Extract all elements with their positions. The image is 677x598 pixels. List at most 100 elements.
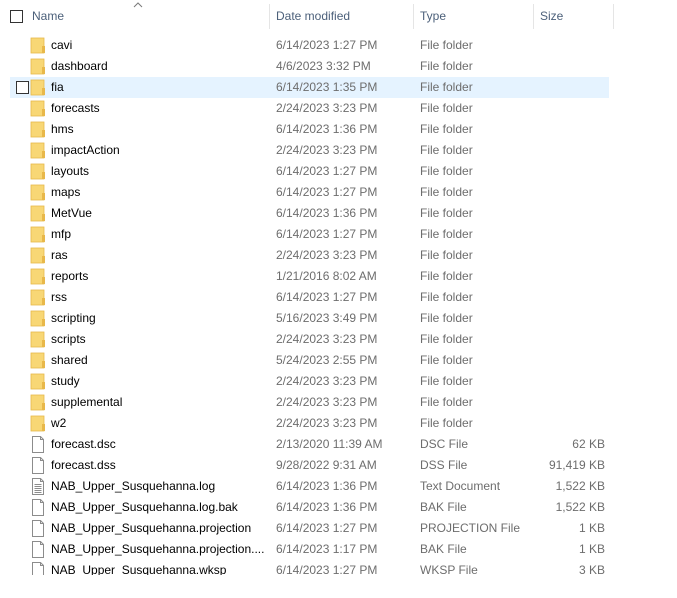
file-list-item[interactable]: rss 6/14/2023 1:27 PM File folder: [10, 287, 609, 308]
file-list-item[interactable]: dashboard 4/6/2023 3:32 PM File folder: [10, 56, 609, 77]
column-header-type[interactable]: Type: [414, 4, 533, 29]
file-icon: [30, 562, 46, 575]
folder-icon: [30, 247, 46, 264]
file-type: File folder: [420, 332, 473, 346]
file-type: DSC File: [420, 437, 469, 451]
file-name: layouts: [51, 164, 90, 178]
file-type: Text Document: [420, 479, 501, 493]
file-date-modified: 6/14/2023 1:36 PM: [276, 206, 378, 220]
text-document-icon: [30, 478, 46, 495]
file-size: [534, 287, 605, 308]
file-list-item[interactable]: MetVue 6/14/2023 1:36 PM File folder: [10, 203, 609, 224]
file-list-item[interactable]: fia 6/14/2023 1:35 PM File folder: [10, 77, 609, 98]
file-list-item[interactable]: mfp 6/14/2023 1:27 PM File folder: [10, 224, 609, 245]
file-list-item[interactable]: supplemental 2/24/2023 3:23 PM File fold…: [10, 392, 609, 413]
file-name: impactAction: [51, 143, 120, 157]
file-size: [534, 35, 605, 56]
file-name: reports: [51, 269, 89, 283]
file-list-item[interactable]: cavi 6/14/2023 1:27 PM File folder: [10, 35, 609, 56]
file-list-item[interactable]: NAB_Upper_Susquehanna.projection.... 6/1…: [10, 539, 609, 560]
file-type: File folder: [420, 80, 473, 94]
file-name: hms: [51, 122, 74, 136]
folder-icon: [30, 310, 46, 327]
file-list-item[interactable]: reports 1/21/2016 8:02 AM File folder: [10, 266, 609, 287]
file-list-item[interactable]: forecasts 2/24/2023 3:23 PM File folder: [10, 98, 609, 119]
file-type: BAK File: [420, 500, 467, 514]
file-type: File folder: [420, 206, 473, 220]
file-size: [534, 329, 605, 350]
file-size: 1,522 KB: [555, 479, 605, 493]
column-header-name[interactable]: Name: [26, 4, 269, 29]
file-name: rss: [51, 290, 67, 304]
file-type: File folder: [420, 353, 473, 367]
file-icon: [30, 499, 46, 516]
file-size: [534, 98, 605, 119]
folder-icon: [30, 226, 46, 243]
file-name: fia: [51, 80, 64, 94]
file-date-modified: 6/14/2023 1:27 PM: [276, 563, 378, 575]
file-name: mfp: [51, 227, 72, 241]
file-date-modified: 2/13/2020 11:39 AM: [276, 437, 383, 451]
select-all-checkbox[interactable]: [10, 10, 23, 23]
file-date-modified: 5/16/2023 3:49 PM: [276, 311, 378, 325]
file-type: File folder: [420, 143, 473, 157]
file-size: 62 KB: [572, 437, 605, 451]
file-date-modified: 6/14/2023 1:27 PM: [276, 290, 378, 304]
file-list-item[interactable]: layouts 6/14/2023 1:27 PM File folder: [10, 161, 609, 182]
folder-icon: [30, 184, 46, 201]
folder-icon: [30, 415, 46, 432]
file-date-modified: 6/14/2023 1:27 PM: [276, 38, 378, 52]
file-size: [534, 308, 605, 329]
file-list-item[interactable]: maps 6/14/2023 1:27 PM File folder: [10, 182, 609, 203]
file-date-modified: 4/6/2023 3:32 PM: [276, 59, 371, 73]
file-type: File folder: [420, 416, 473, 430]
column-header-size[interactable]: Size: [534, 4, 613, 29]
file-type: File folder: [420, 374, 473, 388]
file-date-modified: 1/21/2016 8:02 AM: [276, 269, 377, 283]
file-list-item[interactable]: hms 6/14/2023 1:36 PM File folder: [10, 119, 609, 140]
file-list-item[interactable]: NAB_Upper_Susquehanna.wksp 6/14/2023 1:2…: [10, 560, 609, 575]
folder-icon: [30, 205, 46, 222]
file-list-item[interactable]: ras 2/24/2023 3:23 PM File folder: [10, 245, 609, 266]
file-name: forecast.dsc: [51, 437, 116, 451]
file-list-item[interactable]: study 2/24/2023 3:23 PM File folder: [10, 371, 609, 392]
file-name: shared: [51, 353, 88, 367]
file-list-item[interactable]: w2 2/24/2023 3:23 PM File folder: [10, 413, 609, 434]
file-list-item[interactable]: shared 5/24/2023 2:55 PM File folder: [10, 350, 609, 371]
folder-icon: [30, 121, 46, 138]
file-list-item[interactable]: scripts 2/24/2023 3:23 PM File folder: [10, 329, 609, 350]
file-list-item[interactable]: NAB_Upper_Susquehanna.log 6/14/2023 1:36…: [10, 476, 609, 497]
file-list-item[interactable]: forecast.dss 9/28/2022 9:31 AM DSS File …: [10, 455, 609, 476]
file-name: ras: [51, 248, 68, 262]
file-name: NAB_Upper_Susquehanna.projection: [51, 521, 252, 535]
row-checkbox[interactable]: [16, 81, 29, 94]
file-size: [534, 140, 605, 161]
file-type: WKSP File: [420, 563, 478, 575]
file-list-item[interactable]: NAB_Upper_Susquehanna.log.bak 6/14/2023 …: [10, 497, 609, 518]
file-list-item[interactable]: forecast.dsc 2/13/2020 11:39 AM DSC File…: [10, 434, 609, 455]
file-size: [534, 392, 605, 413]
file-size: 1 KB: [578, 521, 605, 535]
file-name: w2: [51, 416, 67, 430]
file-list-item[interactable]: impactAction 2/24/2023 3:23 PM File fold…: [10, 140, 609, 161]
file-date-modified: 6/14/2023 1:27 PM: [276, 185, 378, 199]
file-list-item[interactable]: NAB_Upper_Susquehanna.projection 6/14/20…: [10, 518, 609, 539]
file-type: File folder: [420, 164, 473, 178]
file-list: cavi 6/14/2023 1:27 PM File folder dashb…: [0, 35, 677, 575]
folder-icon: [30, 352, 46, 369]
file-name: scripts: [51, 332, 86, 346]
file-list-item[interactable]: scripting 5/16/2023 3:49 PM File folder: [10, 308, 609, 329]
file-type: File folder: [420, 185, 473, 199]
file-type: File folder: [420, 269, 473, 283]
folder-icon: [30, 268, 46, 285]
file-date-modified: 6/14/2023 1:36 PM: [276, 500, 378, 514]
folder-icon: [30, 142, 46, 159]
file-date-modified: 9/28/2022 9:31 AM: [276, 458, 377, 472]
column-header-date-modified[interactable]: Date modified: [270, 4, 413, 29]
column-divider[interactable]: [613, 4, 614, 29]
file-type: PROJECTION File: [420, 521, 521, 535]
file-name: MetVue: [51, 206, 92, 220]
file-size: [534, 119, 605, 140]
file-date-modified: 6/14/2023 1:35 PM: [276, 80, 378, 94]
file-name: cavi: [51, 38, 73, 52]
